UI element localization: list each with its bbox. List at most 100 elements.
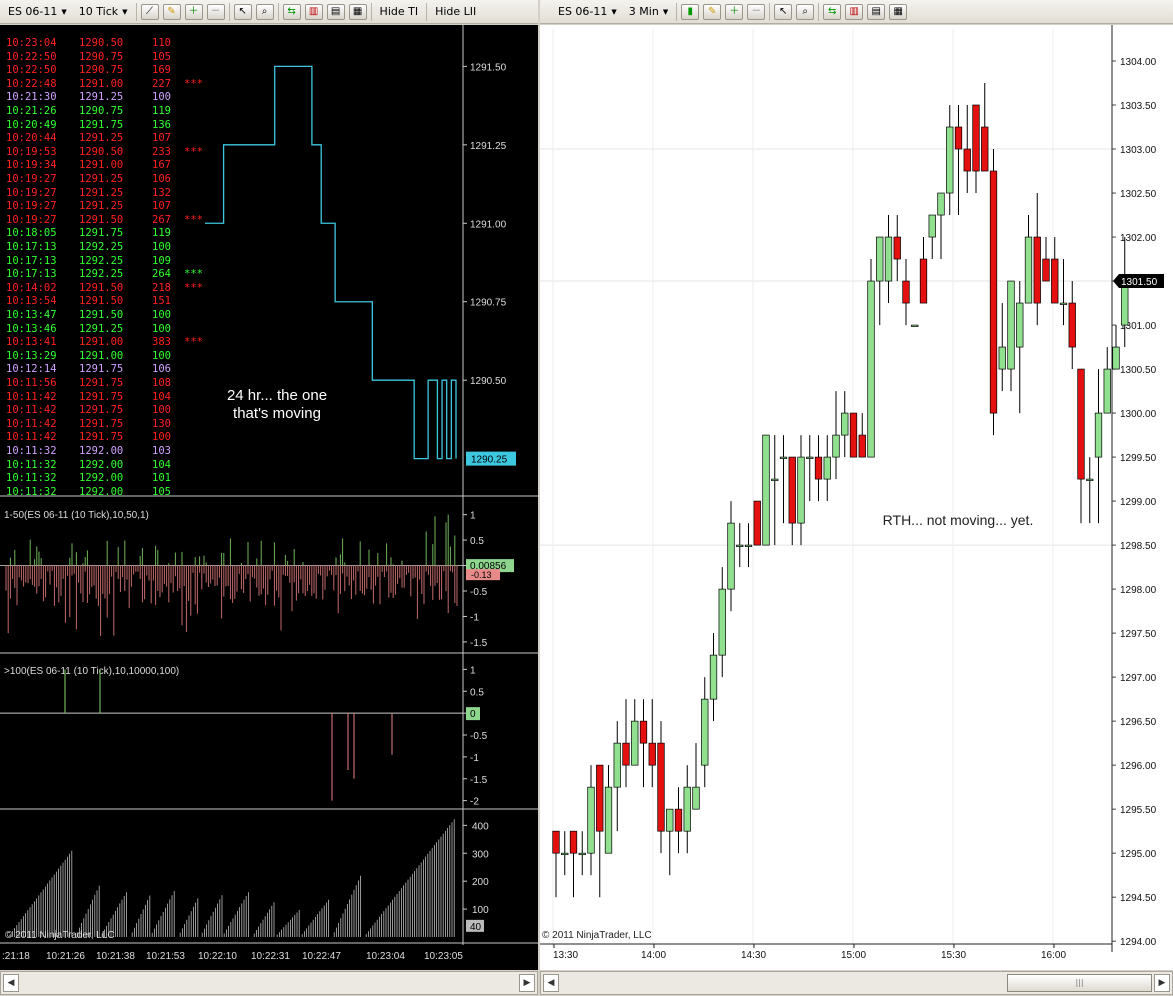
interval-label: 3 Min bbox=[628, 5, 659, 18]
price-tick-label: 1300.50 bbox=[1120, 365, 1157, 376]
volume-tick-label: 100 bbox=[472, 905, 489, 916]
candle-body-up bbox=[727, 522, 735, 590]
indicator-tick-label: -1 bbox=[470, 753, 479, 764]
hide-lii-button[interactable]: Hide LII bbox=[429, 2, 482, 22]
zoom-out-icon[interactable]: － bbox=[747, 3, 766, 20]
copyright-label: © 2011 NinjaTrader, LLC bbox=[542, 930, 652, 941]
left-toolbar: ES 06-11 ▼ 10 Tick ▼ ⟋ ✎ ＋ － ↖ ⌕ ⇆ ▥ ▤ ▦ H… bbox=[0, 0, 538, 24]
indicator-tick-label: -1 bbox=[470, 612, 479, 623]
right-toolbar: ES 06-11 ▼ 3 Min ▼ ▮ ✎ ＋ － ↖ ⌕ ⇆ ▥ ▤ ▦ bbox=[540, 0, 1173, 24]
zoom-out-icon[interactable]: － bbox=[206, 3, 225, 20]
candle-body-down bbox=[989, 170, 998, 414]
candle bbox=[762, 434, 770, 546]
pencil-icon[interactable]: ✎ bbox=[162, 3, 181, 20]
minute-chart-pane[interactable]: 1304.00 1303.50 1303.00 1302.50 1302.00 1301.… bbox=[540, 25, 1173, 970]
candle bbox=[587, 765, 595, 876]
candle-body-up bbox=[841, 412, 849, 436]
candle bbox=[876, 236, 884, 326]
instrument-selector[interactable]: ES 06-11 ▼ bbox=[0, 2, 73, 22]
candle bbox=[981, 83, 989, 172]
candle-body-down bbox=[648, 742, 656, 766]
candle-body-up bbox=[946, 126, 954, 194]
interval-selector[interactable]: 10 Tick ▼ bbox=[73, 2, 134, 22]
tick-chart-svg: 1291.50 1291.25 1291.00 1290.75 1290.50 1290.… bbox=[0, 25, 538, 962]
right-horizontal-scrollbar[interactable]: ◀ ||| ▶ bbox=[540, 971, 1173, 995]
candlestick-style-icon[interactable]: ▮ bbox=[681, 3, 700, 20]
price-tick-label: 1297.50 bbox=[1120, 629, 1157, 640]
left-annotation: 24 hr... the one that's moving bbox=[226, 387, 328, 422]
candle bbox=[709, 633, 718, 722]
candle-body-up bbox=[701, 698, 709, 766]
toolbar-divider bbox=[228, 2, 230, 21]
data-box-icon[interactable]: ▦ bbox=[348, 3, 367, 20]
strategy-icon[interactable]: ⇆ bbox=[823, 3, 842, 20]
pencil-icon[interactable]: ✎ bbox=[703, 3, 722, 20]
scrollbar-thumb[interactable]: ||| bbox=[1007, 974, 1152, 992]
magnifier-icon[interactable]: ⌕ bbox=[796, 3, 815, 20]
scroll-left-icon[interactable]: ◀ bbox=[3, 974, 19, 992]
left-horizontal-scrollbar[interactable]: ◀ ▶ bbox=[0, 971, 538, 995]
copyright-label: © 2011 NinjaTrader, LLC bbox=[5, 930, 115, 941]
tick-chart-pane[interactable]: 10:23:04 1290.50 110 10:22:50 1290.75 105 10:2… bbox=[0, 25, 538, 970]
pointer-icon[interactable]: ↖ bbox=[774, 3, 793, 20]
indicator-tick-label: -0.5 bbox=[470, 587, 488, 598]
scroll-right-icon[interactable]: ▶ bbox=[519, 974, 535, 992]
indicators-icon[interactable]: ▥ bbox=[845, 3, 864, 20]
candle bbox=[779, 435, 788, 524]
candle-body-up bbox=[683, 786, 691, 832]
price-tick-label: 1295.50 bbox=[1120, 805, 1157, 816]
price-tick-label: 1291.00 bbox=[470, 219, 507, 230]
indicator-tick-label: -2 bbox=[470, 797, 479, 808]
candle-body-up bbox=[806, 456, 814, 459]
candle-body-up bbox=[692, 786, 700, 810]
candle bbox=[858, 413, 866, 458]
candle bbox=[919, 237, 928, 304]
candle-body-down bbox=[814, 456, 823, 480]
strategy-icon[interactable]: ⇆ bbox=[282, 3, 301, 20]
scroll-right-icon[interactable]: ▶ bbox=[1154, 974, 1170, 992]
candle bbox=[604, 765, 613, 854]
price-tick-label: 1298.00 bbox=[1120, 585, 1157, 596]
candle bbox=[884, 215, 893, 304]
candle bbox=[1007, 280, 1015, 392]
magnifier-icon[interactable]: ⌕ bbox=[255, 3, 274, 20]
chart-properties-icon[interactable]: ▤ bbox=[867, 3, 886, 20]
indicator-title: 1-50(ES 06-11 (10 Tick),10,50,1) bbox=[4, 510, 149, 521]
candle bbox=[1086, 457, 1094, 524]
hide-ti-button[interactable]: Hide TI bbox=[374, 2, 425, 22]
indicators-icon[interactable]: ▥ bbox=[304, 3, 323, 20]
instrument-label: ES 06-11 bbox=[558, 5, 608, 18]
scroll-left-icon[interactable]: ◀ bbox=[543, 974, 559, 992]
chart-properties-icon[interactable]: ▤ bbox=[326, 3, 345, 20]
candle-body-up bbox=[587, 786, 595, 854]
candle-body-up bbox=[1086, 478, 1094, 481]
indicator-tick-label: -1.5 bbox=[470, 775, 488, 786]
candle bbox=[867, 259, 875, 458]
candle bbox=[972, 104, 980, 194]
line-tool-icon[interactable]: ⟋ bbox=[140, 3, 159, 20]
candle bbox=[648, 699, 656, 788]
price-tick-label: 1290.50 bbox=[470, 376, 507, 387]
candle bbox=[1024, 215, 1033, 304]
interval-selector[interactable]: 3 Min ▼ bbox=[623, 2, 674, 22]
candle-body-up bbox=[718, 588, 726, 656]
zoom-in-icon[interactable]: ＋ bbox=[184, 3, 203, 20]
candle bbox=[1016, 281, 1024, 414]
candle bbox=[674, 787, 683, 854]
indicator-tick-label: 1 bbox=[470, 665, 476, 676]
volume-value-label: 40 bbox=[470, 922, 482, 933]
candle-body-up bbox=[561, 852, 569, 856]
chevron-down-icon: ▼ bbox=[611, 7, 617, 16]
pointer-icon[interactable]: ↖ bbox=[233, 3, 252, 20]
candle bbox=[841, 391, 849, 458]
candle-body-up bbox=[937, 192, 945, 216]
candle-body-down bbox=[1051, 258, 1059, 304]
data-box-icon[interactable]: ▦ bbox=[889, 3, 908, 20]
time-axis-label: 10:21:26 bbox=[46, 951, 85, 962]
zoom-in-icon[interactable]: ＋ bbox=[725, 3, 744, 20]
instrument-selector[interactable]: ES 06-11 ▼ bbox=[540, 2, 623, 22]
candle-body-down bbox=[569, 830, 578, 854]
candle-body-up bbox=[928, 214, 936, 238]
price-tick-label: 1290.75 bbox=[470, 298, 507, 309]
candle bbox=[666, 808, 674, 876]
